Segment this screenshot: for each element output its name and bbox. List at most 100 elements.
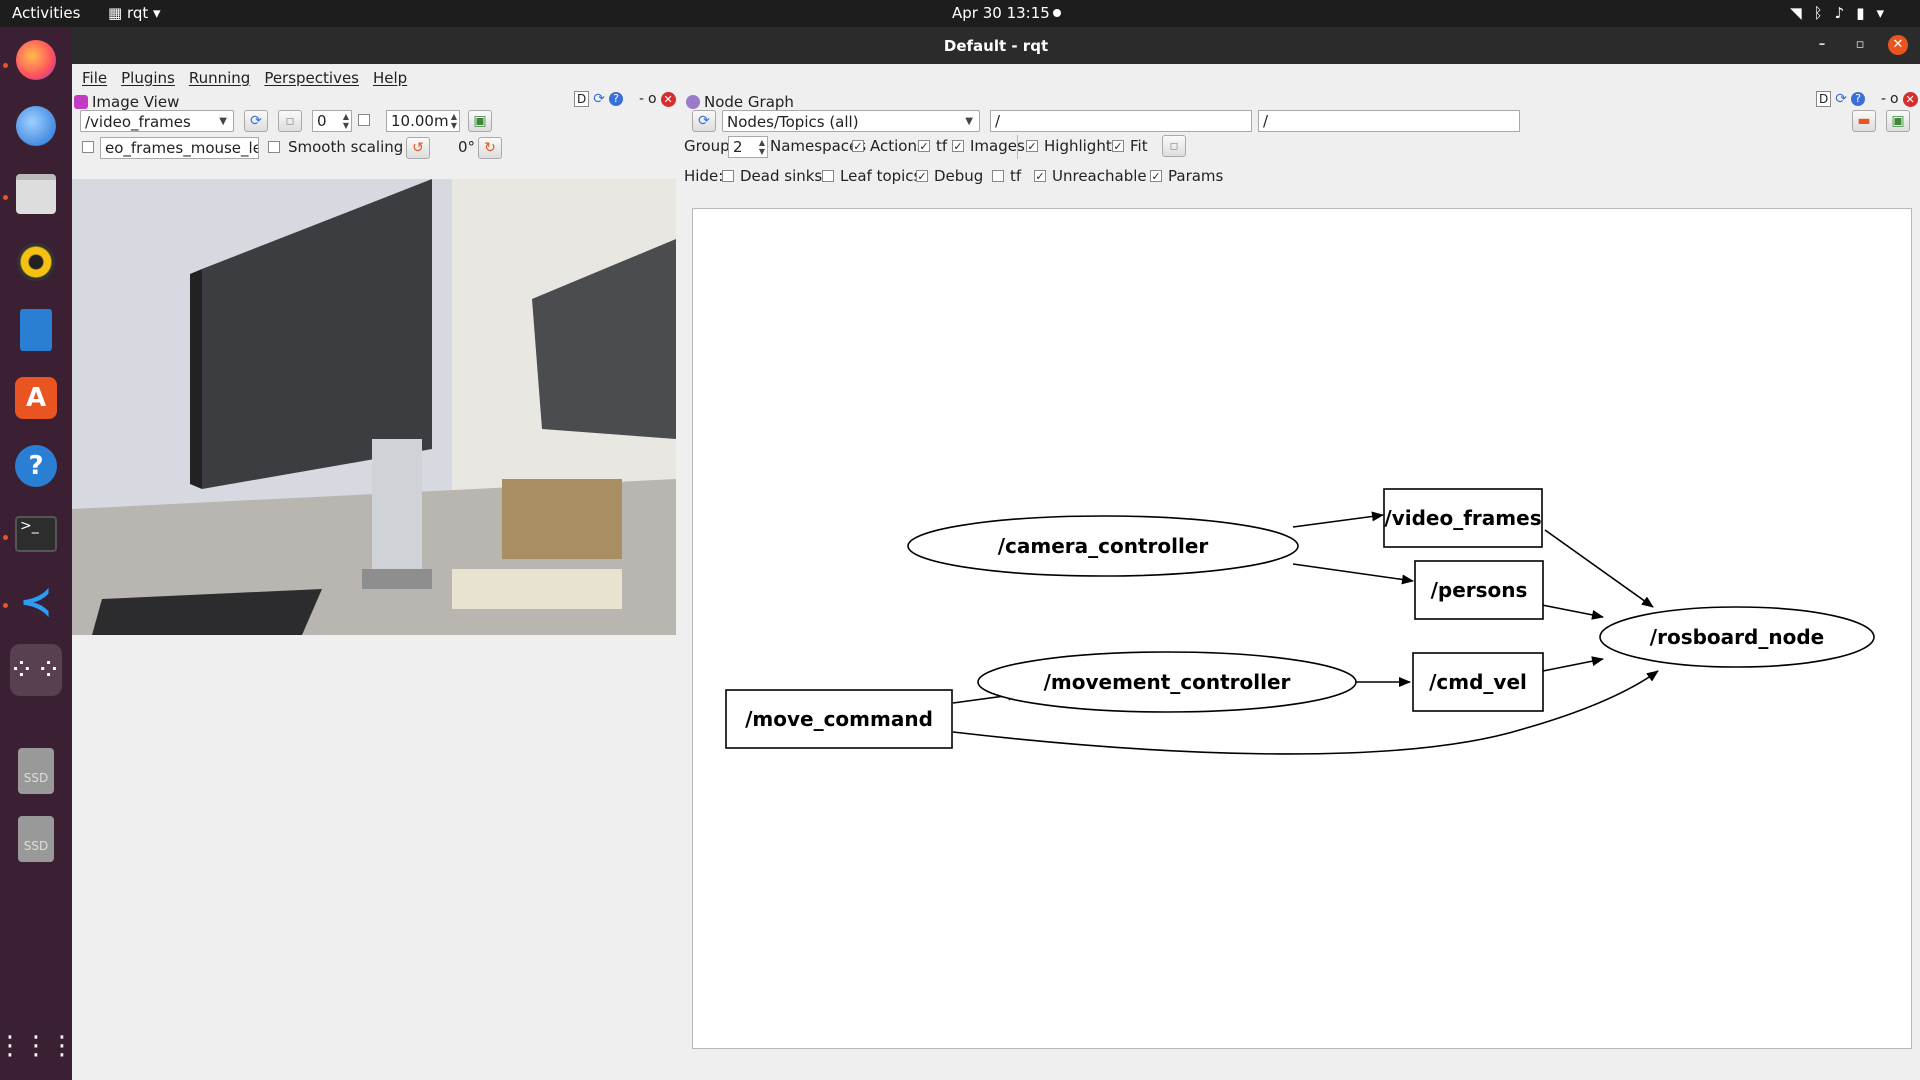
camera-image[interactable] bbox=[72, 179, 676, 635]
app-menu[interactable]: ▦ rqt ▾ bbox=[108, 4, 161, 22]
system-tray[interactable]: ◥ᛒ♪▮▾ bbox=[1790, 4, 1896, 22]
tf-label: tf bbox=[936, 137, 948, 155]
zoom-button[interactable]: ▫ bbox=[278, 110, 302, 132]
spin-value: 0 bbox=[317, 112, 327, 130]
battery-icon: ▮ bbox=[1856, 4, 1877, 22]
ssd-drive-icon[interactable]: SSD bbox=[10, 745, 62, 797]
d-icon[interactable]: D bbox=[574, 91, 590, 107]
menu-help[interactable]: Help bbox=[373, 69, 407, 87]
debug-label: Debug bbox=[934, 167, 984, 185]
highlight-label: Highlight bbox=[1044, 137, 1112, 155]
help-icon[interactable]: ? bbox=[10, 440, 62, 492]
volume-icon: ♪ bbox=[1834, 4, 1857, 22]
d-icon[interactable]: D bbox=[1816, 91, 1832, 107]
maximize-icon[interactable]: ▫ bbox=[1850, 35, 1870, 55]
minimize-icon[interactable]: - bbox=[639, 91, 644, 107]
image-view-title: Image View bbox=[92, 93, 180, 111]
rhythmbox-icon[interactable] bbox=[10, 236, 62, 288]
graph-mode-value: Nodes/Topics (all) bbox=[727, 113, 859, 131]
spin-arrows-icon[interactable]: ▲ ▼ bbox=[451, 112, 457, 130]
node-graph-canvas[interactable]: /video_frames /camera_controller /person… bbox=[692, 208, 1912, 1049]
ssd-label: SSD bbox=[18, 748, 54, 794]
fit-checkbox[interactable]: ✓ bbox=[1112, 140, 1124, 153]
firefox-icon[interactable] bbox=[10, 34, 62, 86]
menu-perspectives[interactable]: Perspectives bbox=[264, 69, 359, 87]
chevron-down-icon: ▾ bbox=[148, 4, 161, 22]
close-icon[interactable]: ✕ bbox=[660, 91, 676, 107]
images-checkbox[interactable]: ✓ bbox=[952, 140, 964, 153]
spin-arrows-icon[interactable]: ▲ ▼ bbox=[759, 138, 765, 156]
save-icon: ▣ bbox=[1891, 113, 1905, 129]
time-field[interactable]: 10.00m ▲ ▼ bbox=[386, 110, 460, 132]
menu-file[interactable]: File bbox=[82, 69, 107, 87]
float-icon[interactable]: o bbox=[648, 91, 657, 107]
vscode-icon[interactable]: ≺ bbox=[10, 576, 62, 628]
chevron-down-icon: ▼ bbox=[965, 116, 973, 127]
help-icon[interactable]: ? bbox=[1850, 92, 1865, 106]
group-spinbox[interactable]: 2 ▲ ▼ bbox=[728, 136, 768, 158]
toolbar-separator bbox=[1017, 135, 1018, 159]
params-checkbox[interactable]: ✓ bbox=[1150, 170, 1162, 183]
smooth-scaling-checkbox[interactable] bbox=[268, 141, 280, 153]
thunderbird-icon[interactable] bbox=[10, 100, 62, 152]
node-graph-dock-buttons: D ⟳ ? - o ✕ bbox=[1816, 91, 1918, 107]
menu-bar: File Plugins Running Perspectives Help bbox=[72, 64, 1920, 91]
reload-icon[interactable]: ⟳ bbox=[1835, 91, 1847, 107]
minimize-icon[interactable]: – bbox=[1812, 35, 1832, 55]
close-icon[interactable]: ✕ bbox=[1888, 35, 1908, 55]
refresh-graph-button[interactable]: ⟳ bbox=[692, 110, 716, 132]
save-image-button[interactable]: ▣ bbox=[468, 110, 492, 132]
debug-checkbox[interactable]: ✓ bbox=[916, 170, 928, 183]
topic-select[interactable]: /video_frames ▼ bbox=[80, 110, 234, 132]
spin-field[interactable]: 0 ▲ ▼ bbox=[312, 110, 352, 132]
help-icon[interactable]: ? bbox=[608, 92, 623, 106]
rqt-window: Default - rqt – ▫ ✕ File Plugins Running… bbox=[72, 27, 1920, 1080]
load-dot-button[interactable]: ▬ bbox=[1852, 110, 1876, 132]
image-view-panel: Image View D ⟳ ? - o ✕ /video_frames ▼ ⟳… bbox=[72, 91, 678, 1080]
spin-arrows-icon[interactable]: ▲ ▼ bbox=[343, 112, 349, 130]
float-icon[interactable]: o bbox=[1890, 91, 1899, 107]
terminal-icon[interactable]: >_ bbox=[10, 508, 62, 560]
mouse-publish-checkbox[interactable] bbox=[82, 141, 94, 153]
timeout-checkbox[interactable] bbox=[358, 114, 370, 126]
mouse-topic-value: eo_frames_mouse_left bbox=[105, 139, 259, 157]
software-center-icon[interactable]: A bbox=[10, 372, 62, 424]
hide-label: Hide: bbox=[684, 167, 724, 185]
running-indicator bbox=[3, 63, 8, 68]
save-dot-button[interactable]: ▣ bbox=[1886, 110, 1910, 132]
topic-filter-value: / bbox=[1263, 112, 1269, 130]
app-menu-label: rqt bbox=[126, 4, 149, 22]
menu-running[interactable]: Running bbox=[189, 69, 250, 87]
close-icon[interactable]: ✕ bbox=[1902, 91, 1918, 107]
clock[interactable]: Apr 30 13:15 bbox=[952, 4, 1050, 22]
reload-icon[interactable]: ⟳ bbox=[593, 91, 605, 107]
ssd-drive-icon[interactable]: SSD bbox=[10, 813, 62, 865]
files-icon[interactable] bbox=[10, 168, 62, 220]
refresh-topics-button[interactable]: ⟳ bbox=[244, 110, 268, 132]
highlight-checkbox[interactable]: ✓ bbox=[1026, 140, 1038, 153]
dead-sinks-checkbox[interactable] bbox=[722, 170, 734, 182]
actions-checkbox[interactable]: ✓ bbox=[852, 140, 864, 153]
node-filter-input[interactable]: / bbox=[990, 110, 1252, 132]
writer-icon[interactable] bbox=[10, 304, 62, 356]
rotate-left-button[interactable]: ↺ bbox=[406, 137, 430, 159]
unreachable-checkbox[interactable]: ✓ bbox=[1034, 170, 1046, 183]
activities-button[interactable]: Activities bbox=[12, 4, 80, 22]
menu-plugins[interactable]: Plugins bbox=[121, 69, 175, 87]
leaf-topics-checkbox[interactable] bbox=[822, 170, 834, 182]
graph-mode-select[interactable]: Nodes/Topics (all) ▼ bbox=[722, 110, 980, 132]
minimize-icon[interactable]: - bbox=[1881, 91, 1886, 107]
show-apps-icon[interactable]: ⋮⋮⋮ bbox=[0, 1020, 75, 1072]
topic-filter-input[interactable]: / bbox=[1258, 110, 1520, 132]
dock: A ? >_ ≺ ⁘⁘ SSD SSD ⋮⋮⋮ bbox=[0, 27, 75, 1080]
smooth-scaling-label: Smooth scaling bbox=[288, 138, 404, 156]
tf-checkbox[interactable]: ✓ bbox=[918, 140, 930, 153]
image-view-icon bbox=[74, 95, 88, 109]
mouse-topic-field[interactable]: eo_frames_mouse_left bbox=[100, 137, 259, 159]
leaf-topics-label: Leaf topics bbox=[840, 167, 922, 185]
hide-tf-checkbox[interactable] bbox=[992, 170, 1004, 182]
graph-node-label: /move_command bbox=[745, 707, 933, 731]
fit-in-view-button[interactable]: ▫ bbox=[1162, 135, 1186, 157]
rqt-app-icon[interactable]: ⁘⁘ bbox=[9, 644, 62, 696]
rotate-right-button[interactable]: ↻ bbox=[478, 137, 502, 159]
